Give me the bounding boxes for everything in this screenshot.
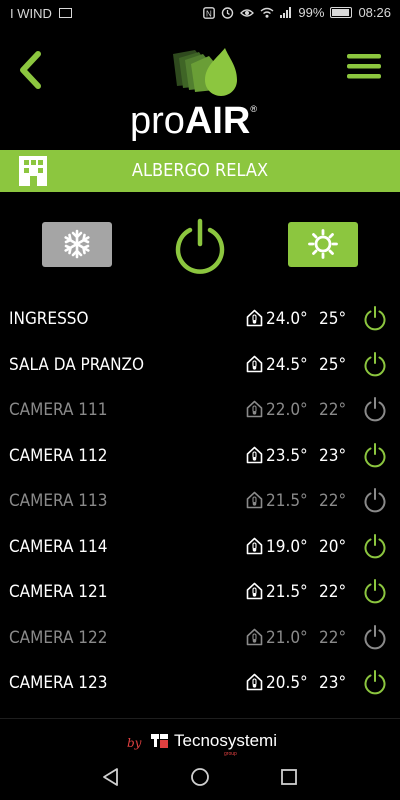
carrier-label: I WIND [10,6,72,21]
svg-text:N: N [206,9,212,18]
building-name: ALBERGO RELAX [131,160,269,181]
room-setpoint[interactable]: 23° [319,446,346,466]
room-name: CAMERA 112 [9,445,108,466]
room-current-temp: 24.5° [266,354,308,375]
power-icon[interactable] [172,218,228,274]
house-thermometer-icon [246,673,263,691]
room-row[interactable]: CAMERA 123 20.5° 23° [0,661,400,707]
signal-icon [280,7,292,18]
house-thermometer-icon [246,537,263,554]
room-name: INGRESSO [9,309,89,329]
room-row[interactable]: CAMERA 111 22.0° 22° [0,388,400,434]
room-current-temp: 22.0° [266,400,308,420]
brand-wordmark: proAIR® [130,100,258,142]
footer-sub: group [224,751,237,757]
eye-icon [240,8,255,17]
chevron-left-icon[interactable] [14,48,48,92]
sun-icon [308,229,338,259]
room-name: CAMERA 113 [9,491,108,511]
room-current-temp: 24.0° [266,309,308,329]
room-row[interactable]: CAMERA 113 21.5° 22° [0,479,400,525]
nfc-icon: N [203,6,216,19]
room-setpoint[interactable]: 25° [319,309,346,329]
wifi-icon [260,7,274,18]
room-current-temp: 19.0° [266,536,308,557]
nav-back-icon[interactable] [100,766,122,788]
footer-brand: Tecnosystemi [174,731,277,750]
room-setpoint[interactable]: 22° [319,491,346,511]
status-icons: N 99% 08:26 [203,5,391,20]
app-header: proAIR® [0,28,400,150]
system-nav-bar [0,758,400,800]
house-thermometer-icon [246,446,263,463]
clock: 08:26 [358,5,391,20]
heat-mode-button[interactable] [288,222,358,267]
power-icon[interactable] [363,305,387,331]
room-name: CAMERA 122 [9,627,108,648]
power-icon[interactable] [363,624,387,650]
room-setpoint[interactable]: 20° [319,537,346,557]
room-current-temp: 21.5° [266,491,308,511]
mail-icon [58,8,72,18]
nav-recent-apps-icon[interactable] [279,767,299,787]
power-icon[interactable] [363,442,387,468]
footer: by Tecnosystemi group [0,718,400,759]
alarm-icon [222,7,234,19]
tecnosystemi-logo-icon [151,734,168,748]
power-icon[interactable] [363,487,387,513]
room-list[interactable]: INGRESSO 24.0° 25° SALA DA PRANZO 24.5° 25° CA… [0,297,400,715]
room-row[interactable]: CAMERA 121 21.5° 22° [0,570,400,616]
room-current-temp: 21.5° [266,582,308,602]
cool-mode-button[interactable] [42,222,112,267]
room-current-temp: 20.5° [266,673,308,693]
power-icon[interactable] [363,578,387,604]
room-row[interactable]: CAMERA 114 19.0° 20° [0,525,400,571]
house-thermometer-icon [246,491,263,509]
room-setpoint[interactable]: 22° [319,628,346,648]
house-thermometer-icon [246,309,263,327]
nav-home-icon[interactable] [189,766,211,788]
footer-by: by [127,736,142,750]
power-icon[interactable] [363,669,387,695]
power-icon[interactable] [363,396,387,422]
power-icon[interactable] [363,533,387,559]
room-setpoint[interactable]: 25° [319,355,346,375]
hamburger-menu-icon[interactable] [346,50,382,82]
room-name: CAMERA 123 [9,673,108,693]
room-row[interactable]: CAMERA 122 21.0° 22° [0,616,400,662]
room-row[interactable]: SALA DA PRANZO 24.5° 25° [0,343,400,389]
house-thermometer-icon [246,355,263,372]
room-setpoint[interactable]: 23° [319,673,346,693]
room-setpoint[interactable]: 22° [319,582,346,602]
room-row[interactable]: INGRESSO 24.0° 25° [0,297,400,343]
house-thermometer-icon [246,628,263,645]
room-row[interactable]: CAMERA 112 23.5° 23° [0,434,400,480]
room-setpoint[interactable]: 22° [319,400,346,420]
room-current-temp: 23.5° [266,445,308,466]
room-name: CAMERA 114 [9,536,108,557]
mode-controls [0,218,400,274]
battery-percent: 99% [298,5,325,20]
room-name: SALA DA PRANZO [9,354,145,375]
power-icon[interactable] [363,351,387,377]
status-bar: I WIND N 99% 08:26 [0,0,400,28]
house-thermometer-icon [246,582,263,600]
snowflake-icon [64,229,90,259]
house-thermometer-icon [246,400,263,418]
room-name: CAMERA 111 [9,400,108,420]
building-selector[interactable]: ALBERGO RELAX [0,150,400,192]
room-name: CAMERA 121 [9,582,108,602]
battery-icon [330,7,353,18]
room-current-temp: 21.0° [266,627,308,648]
